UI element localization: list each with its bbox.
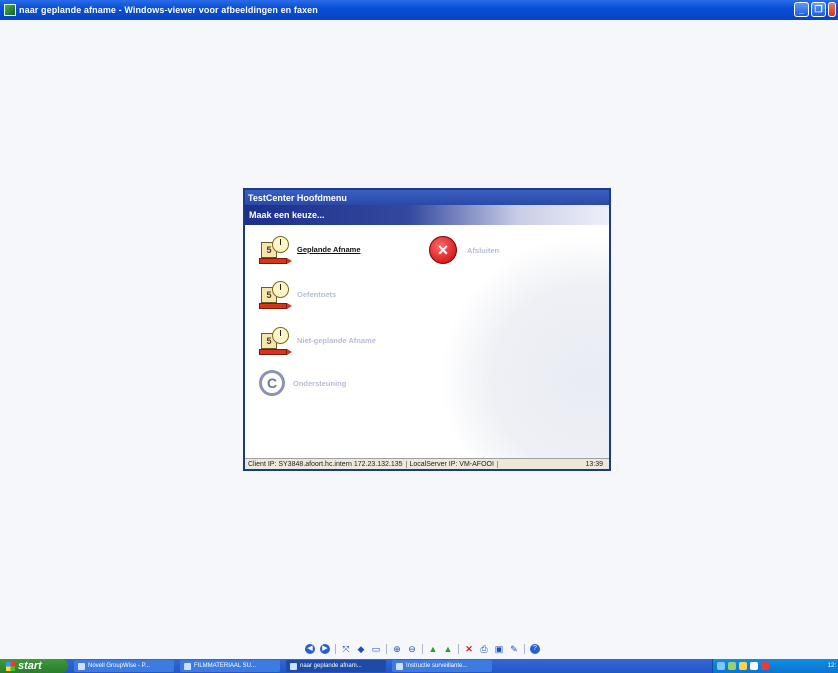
menu-item-afsluiten[interactable]: ✕ Afsluiten	[429, 236, 499, 264]
menu-item-niet-geplande-afname[interactable]: 5 Niet-geplande Afname	[259, 325, 376, 355]
actual-size-icon[interactable]: ◆	[356, 644, 366, 654]
taskbar-item-label: naar geplande afnam...	[300, 663, 362, 669]
rotate-counterclockwise-icon[interactable]: ▲	[443, 644, 453, 654]
delete-icon[interactable]: ✕	[464, 644, 474, 654]
local-server-ip: LocalServer IP: VM-AFOOI	[407, 460, 498, 468]
taskbar-item-label: FILMMATERIAAL SU...	[194, 663, 257, 669]
document-icon	[396, 662, 403, 670]
menu-item-ondersteuning[interactable]: C Ondersteuning	[259, 370, 346, 396]
tray-app-icon[interactable]	[739, 662, 747, 670]
dialog-title: TestCenter Hoofdmenu	[245, 190, 609, 205]
close-window-button[interactable]	[828, 2, 836, 17]
next-image-icon[interactable]: ▶	[320, 644, 330, 654]
menu-item-label: Niet-geplande Afname	[297, 335, 376, 345]
taskbar-item-instructie[interactable]: Instructie surveillante...	[392, 660, 492, 672]
start-label: start	[18, 660, 42, 672]
rotate-clockwise-icon[interactable]: ▲	[428, 644, 438, 654]
menu-item-label: Oefentoets	[297, 289, 337, 299]
menu-item-label: Ondersteuning	[293, 378, 347, 388]
network-icon[interactable]	[717, 662, 725, 670]
print-icon[interactable]: ⎙	[479, 644, 489, 654]
testcenter-dialog: TestCenter Hoofdmenu Maak een keuze... 5…	[243, 188, 611, 471]
folder-icon	[184, 662, 191, 670]
zoom-out-icon[interactable]: ⊖	[407, 644, 417, 654]
toolbar-separator	[422, 644, 423, 654]
test-clock-pencil-icon: 5	[259, 325, 292, 355]
dialog-status-bar: Client IP: SY3848.afoort.hc.intern 172.2…	[245, 458, 609, 469]
client-ip: Client IP: SY3848.afoort.hc.intern 172.2…	[245, 460, 407, 468]
tray-app-icon[interactable]	[750, 662, 758, 670]
minimize-button[interactable]: _	[794, 2, 809, 17]
window-controls: _ ❐	[794, 2, 836, 17]
tray-clock: 12:	[827, 663, 836, 669]
tray-app-icon[interactable]	[728, 662, 736, 670]
toolbar-separator	[458, 644, 459, 654]
viewer-toolbar: ◀ ▶ ⤧ ◆ ▭ ⊕ ⊖ ▲ ▲ ✕ ⎙ ▣ ✎ ?	[305, 642, 540, 656]
toolbar-separator	[386, 644, 387, 654]
window-title-bar[interactable]: naar geplande afname - Windows-viewer vo…	[0, 0, 838, 20]
menu-item-label: Afsluiten	[467, 245, 500, 255]
menu-item-label: Geplande Afname	[297, 244, 361, 254]
taskbar: start Novell GroupWise - P... FILMMATERI…	[0, 659, 838, 673]
image-viewer-icon	[290, 662, 297, 670]
windows-logo-icon	[6, 661, 15, 671]
menu-item-oefentoets[interactable]: 5 Oefentoets	[259, 279, 336, 309]
taskbar-item-label: Instructie surveillante...	[406, 663, 468, 669]
save-icon[interactable]: ▣	[494, 644, 504, 654]
restore-button[interactable]: ❐	[811, 2, 826, 17]
copyright-icon: C	[259, 370, 285, 396]
toolbar-separator	[524, 644, 525, 654]
tray-app-icon[interactable]	[761, 662, 769, 670]
test-clock-pencil-icon: 5	[259, 279, 292, 309]
groupwise-icon	[78, 662, 85, 670]
status-time: 13:39	[585, 460, 603, 468]
dialog-body: 5 Geplande Afname ✕ Afsluiten 5 Oefentoe…	[245, 225, 609, 469]
previous-image-icon[interactable]: ◀	[305, 644, 315, 654]
toolbar-separator	[335, 644, 336, 654]
taskbar-item-filmmateriaal[interactable]: FILMMATERIAAL SU...	[180, 660, 280, 672]
image-viewer-icon	[4, 4, 16, 16]
background-swoosh	[439, 235, 609, 469]
slideshow-icon[interactable]: ▭	[371, 644, 381, 654]
taskbar-item-label: Novell GroupWise - P...	[88, 663, 150, 669]
taskbar-item-geplande-afname[interactable]: naar geplande afnam...	[286, 660, 386, 672]
best-fit-icon[interactable]: ⤧	[341, 644, 351, 654]
dialog-header: Maak een keuze...	[245, 205, 609, 225]
test-clock-pencil-icon: 5	[259, 234, 292, 264]
help-icon[interactable]: ?	[530, 644, 540, 654]
menu-item-geplande-afname[interactable]: 5 Geplande Afname	[259, 234, 361, 264]
zoom-in-icon[interactable]: ⊕	[392, 644, 402, 654]
taskbar-item-groupwise[interactable]: Novell GroupWise - P...	[74, 660, 174, 672]
edit-icon[interactable]: ✎	[509, 644, 519, 654]
window-title: naar geplande afname - Windows-viewer vo…	[19, 5, 318, 15]
close-icon: ✕	[429, 236, 457, 264]
start-button[interactable]: start	[0, 659, 68, 673]
system-tray: 12:	[712, 659, 838, 673]
